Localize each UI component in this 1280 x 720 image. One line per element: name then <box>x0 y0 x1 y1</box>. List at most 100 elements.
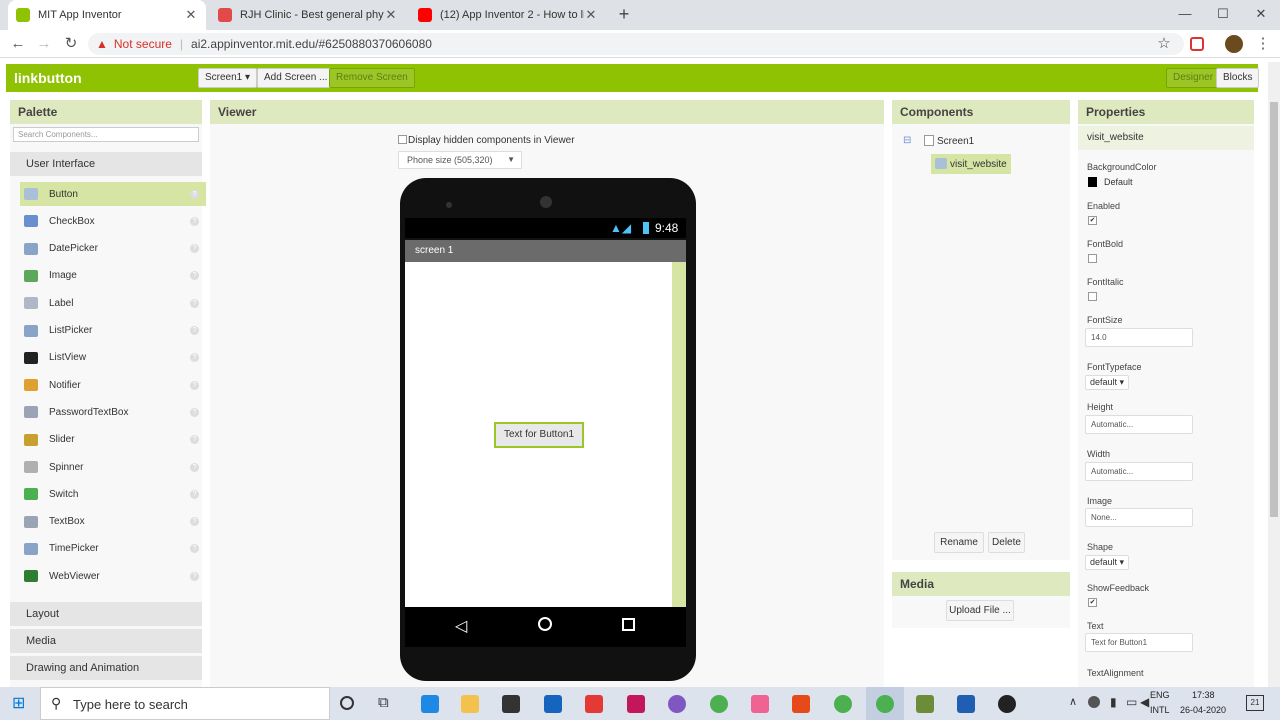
mail-icon[interactable] <box>544 695 562 713</box>
screen-select[interactable]: Screen1 ▾ <box>198 68 258 88</box>
app-icon[interactable] <box>998 695 1016 713</box>
close-tab-icon[interactable]: ✕ <box>384 7 398 23</box>
task-view-icon[interactable]: ⧉ <box>378 694 389 711</box>
delete-button[interactable]: Delete <box>988 532 1025 553</box>
help-icon[interactable]: ? <box>190 189 199 199</box>
tray-app-icon[interactable] <box>1088 696 1100 708</box>
hidden-components-checkbox[interactable] <box>398 135 407 144</box>
help-icon[interactable]: ? <box>190 407 199 417</box>
menu-dots-icon[interactable]: ⋮ <box>1252 34 1274 54</box>
component-screen1[interactable]: Screen1 <box>937 136 974 147</box>
chrome-icon[interactable] <box>834 695 852 713</box>
palette-item-notifier[interactable]: Notifier? <box>20 373 206 397</box>
palette-item-spinner[interactable]: Spinner? <box>20 455 206 479</box>
help-icon[interactable]: ? <box>190 244 199 254</box>
category-layout[interactable]: Layout <box>10 602 202 626</box>
palette-search-input[interactable]: Search Components... <box>13 127 199 142</box>
close-tab-icon[interactable]: ✕ <box>584 7 598 23</box>
height-input[interactable]: Automatic... <box>1085 415 1193 434</box>
extension-pocket-icon[interactable] <box>1190 37 1204 51</box>
color-swatch[interactable] <box>1088 177 1097 187</box>
close-tab-icon[interactable]: ✕ <box>184 7 198 23</box>
help-icon[interactable]: ? <box>190 326 199 335</box>
tree-collapse-icon[interactable]: ⊟ <box>903 135 911 146</box>
chrome-icon[interactable] <box>710 695 728 713</box>
word-icon[interactable] <box>957 695 975 713</box>
network-icon[interactable]: ▭ <box>1126 695 1137 709</box>
windows-start-icon[interactable]: ⊞ <box>12 696 28 712</box>
showfeedback-checkbox[interactable]: ✔ <box>1088 598 1097 607</box>
palette-item-listpicker[interactable]: ListPicker? <box>20 319 206 343</box>
palette-item-slider[interactable]: Slider? <box>20 428 206 452</box>
category-media[interactable]: Media <box>10 629 202 653</box>
phone-screen[interactable]: Text for Button1 <box>405 262 686 607</box>
fonttypeface-select[interactable]: default ▾ <box>1085 375 1130 390</box>
fontitalic-checkbox[interactable] <box>1088 292 1097 301</box>
office-icon[interactable] <box>792 695 810 713</box>
language-indicator[interactable]: ENG <box>1150 690 1170 700</box>
text-input[interactable]: Text for Button1 <box>1085 633 1193 652</box>
store-icon[interactable] <box>502 695 520 713</box>
app-icon[interactable] <box>916 695 934 713</box>
minimize-icon[interactable]: — <box>1166 0 1204 30</box>
component-visit-website[interactable]: visit_website <box>931 154 1011 174</box>
volume-icon[interactable]: ◀ <box>1140 695 1149 709</box>
enabled-checkbox[interactable]: ✔ <box>1088 216 1097 225</box>
palette-item-webviewer[interactable]: WebViewer? <box>20 564 206 588</box>
help-icon[interactable]: ? <box>190 489 199 499</box>
help-icon[interactable]: ? <box>190 380 199 390</box>
fontsize-input[interactable]: 14.0 <box>1085 328 1193 347</box>
browser-tab[interactable]: RJH Clinic - Best general physicia ✕ <box>210 0 406 30</box>
rename-button[interactable]: Rename <box>934 532 984 553</box>
app-icon[interactable] <box>585 695 603 713</box>
designer-button[interactable]: Designer <box>1166 68 1221 88</box>
scrollbar-thumb[interactable] <box>1270 102 1278 517</box>
blocks-button[interactable]: Blocks <box>1216 68 1260 88</box>
phone-size-select[interactable]: Phone size (505,320) ▼ <box>398 151 522 169</box>
category-drawing-animation[interactable]: Drawing and Animation <box>10 656 202 680</box>
chrome-icon[interactable] <box>876 695 894 713</box>
help-icon[interactable]: ? <box>190 571 199 581</box>
notification-center-icon[interactable]: 21 <box>1246 695 1264 711</box>
app-icon[interactable] <box>751 695 769 713</box>
maximize-icon[interactable]: ☐ <box>1204 0 1242 30</box>
forward-arrow-icon[interactable]: → <box>33 34 55 54</box>
edge-icon[interactable] <box>421 695 439 713</box>
page-scrollbar[interactable] <box>1268 62 1280 687</box>
palette-item-listview[interactable]: ListView? <box>20 346 206 370</box>
width-input[interactable]: Automatic... <box>1085 462 1193 481</box>
palette-item-button[interactable]: Button? <box>20 182 206 206</box>
text-for-button1[interactable]: Text for Button1 <box>494 422 584 448</box>
tray-chevron-icon[interactable]: ∧ <box>1069 695 1077 708</box>
app-icon[interactable] <box>668 695 686 713</box>
app-icon[interactable] <box>627 695 645 713</box>
help-icon[interactable]: ? <box>190 517 199 527</box>
palette-item-label[interactable]: Label? <box>20 291 206 315</box>
new-tab-button[interactable]: + <box>614 4 634 24</box>
help-icon[interactable]: ? <box>190 216 199 226</box>
backgroundcolor-value[interactable]: Default <box>1104 177 1133 187</box>
taskbar-search-box[interactable]: ⚲ Type here to search <box>40 687 330 720</box>
help-icon[interactable]: ? <box>190 271 199 281</box>
palette-item-datepicker[interactable]: DatePicker? <box>20 237 206 261</box>
shape-select[interactable]: default ▾ <box>1085 555 1130 570</box>
profile-avatar[interactable] <box>1225 35 1243 53</box>
back-arrow-icon[interactable]: ← <box>7 34 29 54</box>
omnibox[interactable]: ▲ Not secure | ai2.appinventor.mit.edu/#… <box>88 33 1184 55</box>
help-icon[interactable]: ? <box>190 353 199 363</box>
clock-time[interactable]: 17:38 <box>1192 690 1215 700</box>
clock-date[interactable]: 26-04-2020 <box>1180 705 1226 715</box>
palette-item-passwordtextbox[interactable]: PasswordTextBox? <box>20 400 206 424</box>
fontbold-checkbox[interactable] <box>1088 254 1097 263</box>
cortana-icon[interactable] <box>340 696 354 710</box>
category-user-interface[interactable]: User Interface <box>10 152 202 176</box>
palette-item-timepicker[interactable]: TimePicker? <box>20 537 206 561</box>
palette-item-checkbox[interactable]: CheckBox? <box>20 209 206 233</box>
bookmark-star-icon[interactable]: ☆ <box>1153 34 1175 54</box>
palette-item-image[interactable]: Image? <box>20 264 206 288</box>
upload-file-button[interactable]: Upload File ... <box>946 600 1014 621</box>
tray-icon[interactable]: ▮ <box>1110 695 1117 709</box>
browser-tab-active[interactable]: MIT App Inventor ✕ <box>8 0 206 30</box>
palette-item-textbox[interactable]: TextBox? <box>20 510 206 534</box>
help-icon[interactable]: ? <box>190 298 199 308</box>
